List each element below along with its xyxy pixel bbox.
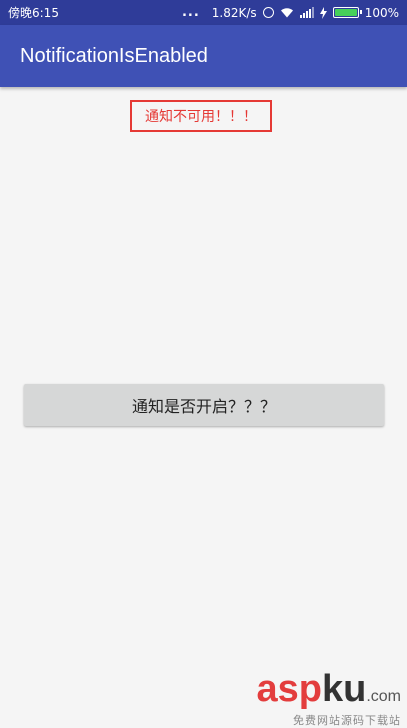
wifi-icon xyxy=(280,7,294,18)
status-icons: ... 1.82K/s 100% xyxy=(182,5,399,20)
battery-icon xyxy=(332,7,362,18)
status-time: 傍晚6:15 xyxy=(8,6,59,20)
signal-icon xyxy=(299,7,314,18)
alarm-icon xyxy=(262,7,274,18)
battery-fill xyxy=(334,9,357,16)
more-dots: ... xyxy=(181,5,200,20)
status-bar: 傍晚6:15 ... 1.82K/s 100% xyxy=(0,0,407,25)
charging-icon xyxy=(319,6,327,19)
notification-status-text: 通知不可用！！！ xyxy=(130,100,272,132)
watermark-brand-asp: asp xyxy=(256,668,322,710)
check-notification-button[interactable]: 通知是否开启？？？ xyxy=(24,384,384,426)
watermark-brand: aspku.com xyxy=(256,670,401,714)
app-title: NotificationIsEnabled xyxy=(20,44,208,67)
watermark-suffix: .com xyxy=(366,688,401,705)
network-speed: 1.82K/s xyxy=(211,5,257,20)
watermark-logo: aspku.com 免费网站源码下载站 xyxy=(226,670,401,727)
app-bar: NotificationIsEnabled xyxy=(0,25,407,87)
watermark-brand-ku: ku xyxy=(321,668,367,710)
battery-percent: 100% xyxy=(364,5,399,20)
